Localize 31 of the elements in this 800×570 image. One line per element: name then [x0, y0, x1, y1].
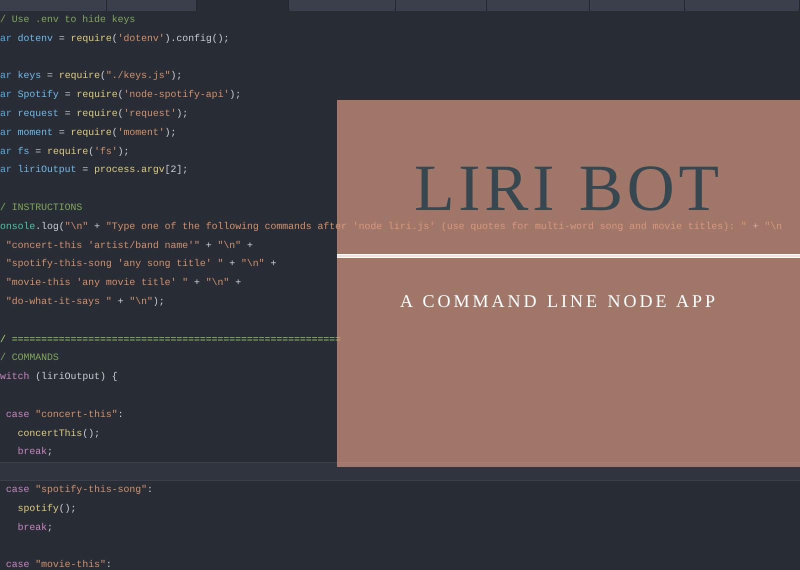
banner-subtitle: A COMMAND LINE NODE APP	[400, 291, 718, 311]
code-line: ar keys = require("./keys.js");	[0, 69, 182, 84]
code-line: ar fs = require('fs');	[0, 144, 130, 159]
code-line: / Use .env to hide keys	[0, 13, 136, 27]
code-line: case "concert-this":	[4, 408, 124, 422]
banner-title: LIRI BOT	[414, 156, 723, 222]
code-line: "concert-this 'artist/band name'" + "\n" +	[4, 238, 253, 253]
code-line: witch (liriOutput) {	[0, 370, 118, 384]
editor-tab[interactable]	[107, 0, 197, 11]
editor-tab[interactable]	[396, 0, 487, 11]
code-line: "movie-this 'any movie title' " + "\n" +	[4, 276, 242, 290]
code-line: ar liriOutput = process.argv[2];	[0, 163, 188, 178]
editor-tab[interactable]	[0, 0, 107, 11]
code-line: / INSTRUCTIONS	[0, 200, 82, 215]
editor-tab[interactable]	[289, 0, 396, 11]
code-line: / COMMANDS	[0, 351, 59, 366]
code-line: ar Spotify = require('node-spotify-api');	[0, 88, 242, 102]
code-line: ar request = require('request');	[0, 106, 188, 121]
code-line: break;	[16, 520, 53, 535]
code-line: spotify();	[16, 502, 76, 516]
code-line: "do-what-it-says " + "\n");	[4, 294, 165, 309]
editor-tab[interactable]	[487, 0, 590, 11]
code-line: case "spotify-this-song":	[4, 482, 153, 497]
code-line: break;	[16, 445, 53, 460]
code-line: "spotify-this-song 'any song title' " + "\n" +	[4, 257, 276, 272]
editor-tab[interactable]	[685, 0, 800, 11]
code-line: case "movie-this":	[4, 558, 112, 570]
code-line: ar dotenv = require('dotenv').config();	[0, 32, 230, 46]
code-line: ar moment = require('moment');	[0, 126, 176, 140]
editor-tab[interactable]	[590, 0, 685, 11]
code-line: concertThis();	[16, 426, 100, 441]
